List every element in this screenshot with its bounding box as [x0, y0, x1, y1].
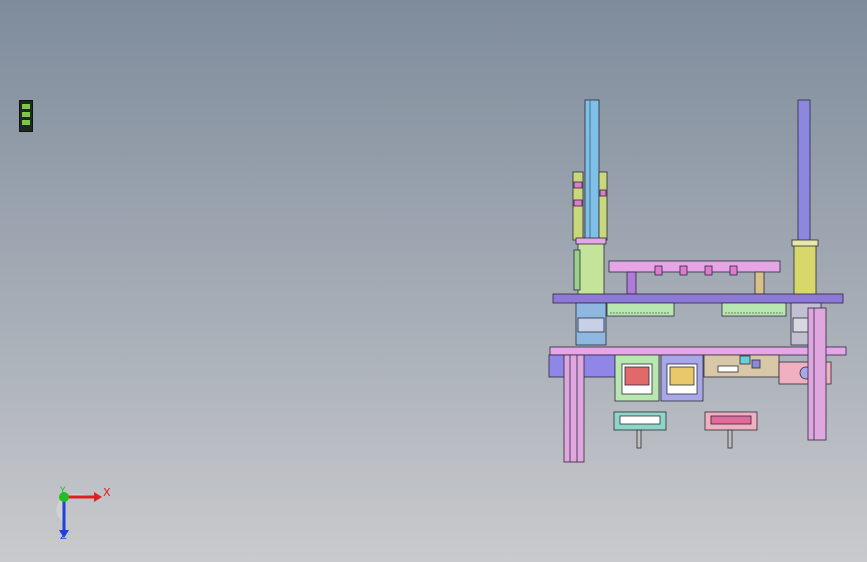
- base-rail: [549, 346, 847, 356]
- triad-x-label: X: [103, 486, 111, 499]
- right-leg: [807, 307, 827, 441]
- assembly-model[interactable]: [0, 0, 867, 562]
- right-column: [797, 99, 811, 246]
- triad-z-label: Z: [60, 531, 67, 542]
- upper-plate: [552, 293, 844, 304]
- left-leg: [563, 354, 585, 463]
- tray-right: [721, 302, 787, 317]
- gripper-rail: [608, 260, 781, 273]
- triad-y-label: Y: [60, 486, 66, 496]
- right-sleeve: [793, 244, 817, 296]
- cad-viewport[interactable]: X Y Z: [0, 0, 867, 562]
- left-sleeve: [577, 239, 605, 296]
- tray-left: [606, 302, 675, 317]
- left-bracket-b: [598, 171, 608, 241]
